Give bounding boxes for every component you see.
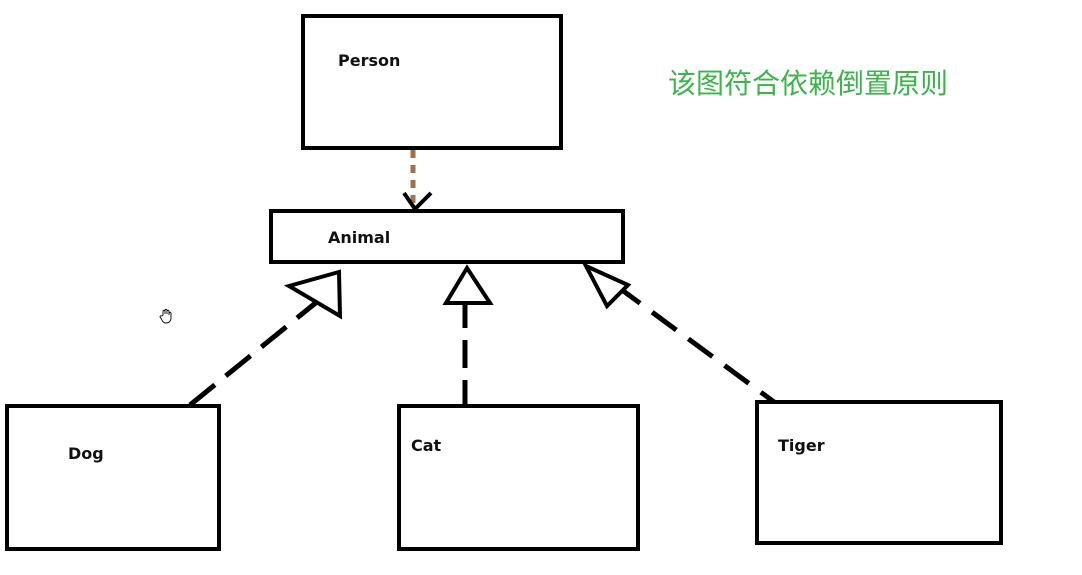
dog-box[interactable] [5,404,221,551]
cat-node[interactable]: Cat [397,404,640,551]
dog-node[interactable]: Dog [5,404,221,551]
cat-box[interactable] [397,404,640,551]
tiger-node[interactable]: Tiger [755,400,1003,545]
dependency-arrow [402,150,433,213]
dog-hollow-arrowhead [283,269,343,320]
animal-node[interactable]: Animal [269,209,625,264]
dog-realization-line [188,299,320,407]
tiger-hollow-arrowhead [581,261,632,310]
cat-label: Cat [411,436,442,455]
animal-label: Animal [328,228,390,247]
cat-realization-arrow [442,264,494,408]
tiger-realization-arrow [581,261,787,413]
animal-box[interactable] [269,209,625,264]
person-label: Person [338,51,400,70]
hand-cursor-icon [159,308,172,324]
dependency-arrowhead [402,191,433,213]
tiger-box[interactable] [755,400,1003,545]
person-node[interactable]: Person [301,14,563,150]
cat-hollow-arrowhead [442,264,494,305]
principle-caption: 该图符合依赖倒置原则 [668,67,949,100]
dog-label: Dog [68,444,104,463]
tiger-label: Tiger [778,436,825,455]
dog-realization-arrow [188,269,343,407]
person-box[interactable] [301,14,563,150]
tiger-realization-line [620,287,787,413]
